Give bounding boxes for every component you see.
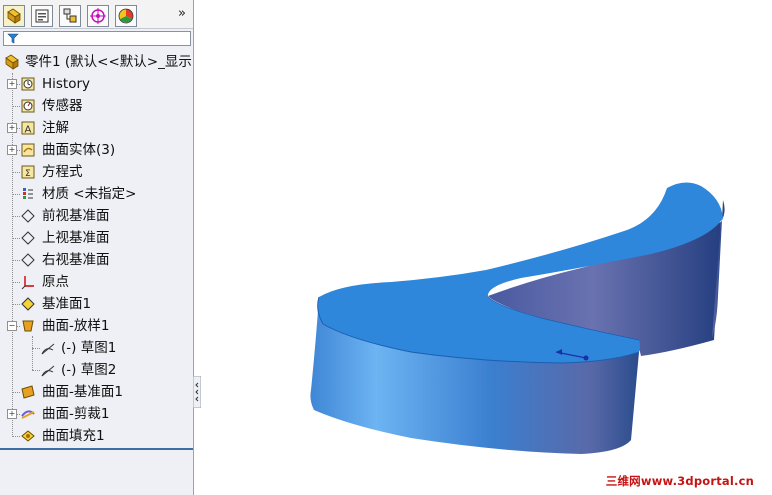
tree-item-sketch[interactable]: (-) 草图2: [0, 359, 193, 381]
display-manager-tab[interactable]: [115, 5, 137, 27]
part-icon: [5, 54, 19, 70]
tree-item-loft-surface[interactable]: − 曲面-放样1: [0, 315, 193, 337]
sensor-icon: [21, 99, 35, 113]
tree-root-part[interactable]: 零件1 (默认<<默认>_显示: [0, 51, 193, 73]
history-icon: [21, 77, 35, 91]
property-manager-tab[interactable]: [31, 5, 53, 27]
panel-tab-bar: »: [0, 0, 193, 29]
tree-item-sketch[interactable]: (-) 草图1: [0, 337, 193, 359]
fill-surface-icon: [21, 430, 35, 442]
expand-panel-button[interactable]: »: [178, 6, 186, 21]
dimxpert-tab[interactable]: [87, 5, 109, 27]
annotation-icon: A: [21, 121, 35, 136]
svg-text:A: A: [25, 125, 32, 136]
property-icon: [35, 9, 49, 23]
loft-surface-icon: [22, 320, 34, 332]
feature-manager-panel: » 零件1 (默认<<默认>_显示 + History 传感器 + A 注解 + 曲面实体(3…: [0, 0, 194, 495]
plane-yellow-icon: [21, 297, 35, 311]
tree-filter-input[interactable]: [3, 31, 191, 46]
tree-item-label: 材质 <未指定>: [42, 186, 137, 202]
tree-item-label: 方程式: [42, 164, 83, 180]
tree-item-plane-yellow[interactable]: 基准面1: [0, 293, 193, 315]
tree-item-trim-surface[interactable]: + 曲面-剪裁1: [0, 403, 193, 425]
tree-item-label: 曲面-放样1: [42, 318, 110, 334]
filter-icon: [7, 33, 19, 44]
tree-item-label: 传感器: [42, 98, 83, 114]
expand-toggle[interactable]: +: [7, 79, 17, 89]
tree-item-label: (-) 草图1: [61, 340, 117, 356]
tree-item-plane[interactable]: 右视基准面: [0, 249, 193, 271]
tree-item-label: 曲面-剪裁1: [42, 406, 110, 422]
material-icon: [23, 188, 33, 199]
panel-splitter-handle[interactable]: [193, 376, 201, 408]
feature-tree-icon: [7, 8, 21, 24]
tree-item-label: (-) 草图2: [61, 362, 117, 378]
tree-item-label: 曲面实体(3): [42, 142, 116, 158]
tree-item-material[interactable]: 材质 <未指定>: [0, 183, 193, 205]
surface-bodies-icon: [21, 143, 35, 157]
tree-item-label: 上视基准面: [42, 230, 110, 246]
tree-item-label: 右视基准面: [42, 252, 110, 268]
trim-surface-icon: [21, 410, 35, 419]
tree-item-label: 曲面-基准面1: [42, 384, 123, 400]
configuration-manager-tab[interactable]: [59, 5, 81, 27]
plane-icon: [21, 231, 35, 245]
tree-item-label: History: [42, 76, 91, 92]
plane-icon: [21, 253, 35, 267]
color-wheel-icon: [118, 8, 134, 24]
tree-item-annotation[interactable]: + A 注解: [0, 117, 193, 139]
configuration-icon: [63, 8, 77, 23]
tree-item-planar-surface[interactable]: 曲面-基准面1: [0, 381, 193, 403]
expand-toggle[interactable]: +: [7, 123, 17, 133]
collapse-toggle[interactable]: −: [7, 321, 17, 331]
tree-item-label: 注解: [42, 120, 69, 136]
planar-surface-icon: [21, 385, 35, 399]
tree-item-equation[interactable]: Σ 方程式: [0, 161, 193, 183]
expand-toggle[interactable]: +: [7, 409, 17, 419]
target-icon: [90, 8, 106, 24]
tree-item-label: 曲面填充1: [42, 428, 105, 444]
plane-icon: [21, 209, 35, 223]
tree-root-label: 零件1 (默认<<默认>_显示: [25, 54, 192, 70]
tree-item-label: 前视基准面: [42, 208, 110, 224]
tree-item-sensor[interactable]: 传感器: [0, 95, 193, 117]
site-watermark: 三维网www.3dportal.cn: [605, 474, 754, 488]
expand-toggle[interactable]: +: [7, 145, 17, 155]
svg-text:Σ: Σ: [25, 169, 31, 179]
tree-item-label: 基准面1: [42, 296, 92, 312]
tree-item-history[interactable]: + History: [0, 73, 193, 95]
tree-item-fill-surface[interactable]: 曲面填充1: [0, 425, 193, 447]
tree-item-plane[interactable]: 前视基准面: [0, 205, 193, 227]
sketch-icon: [41, 343, 55, 355]
panel-divider: [0, 448, 193, 450]
tree-item-plane[interactable]: 上视基准面: [0, 227, 193, 249]
tree-item-origin[interactable]: 原点: [0, 271, 193, 293]
tree-item-label: 原点: [42, 274, 69, 290]
sketch-icon: [41, 365, 55, 377]
feature-manager-tab[interactable]: [3, 5, 25, 27]
tree-item-surface-bodies[interactable]: + 曲面实体(3): [0, 139, 193, 161]
origin-icon: [21, 276, 34, 290]
equation-icon: Σ: [21, 165, 35, 179]
graphics-viewport[interactable]: [201, 0, 772, 495]
